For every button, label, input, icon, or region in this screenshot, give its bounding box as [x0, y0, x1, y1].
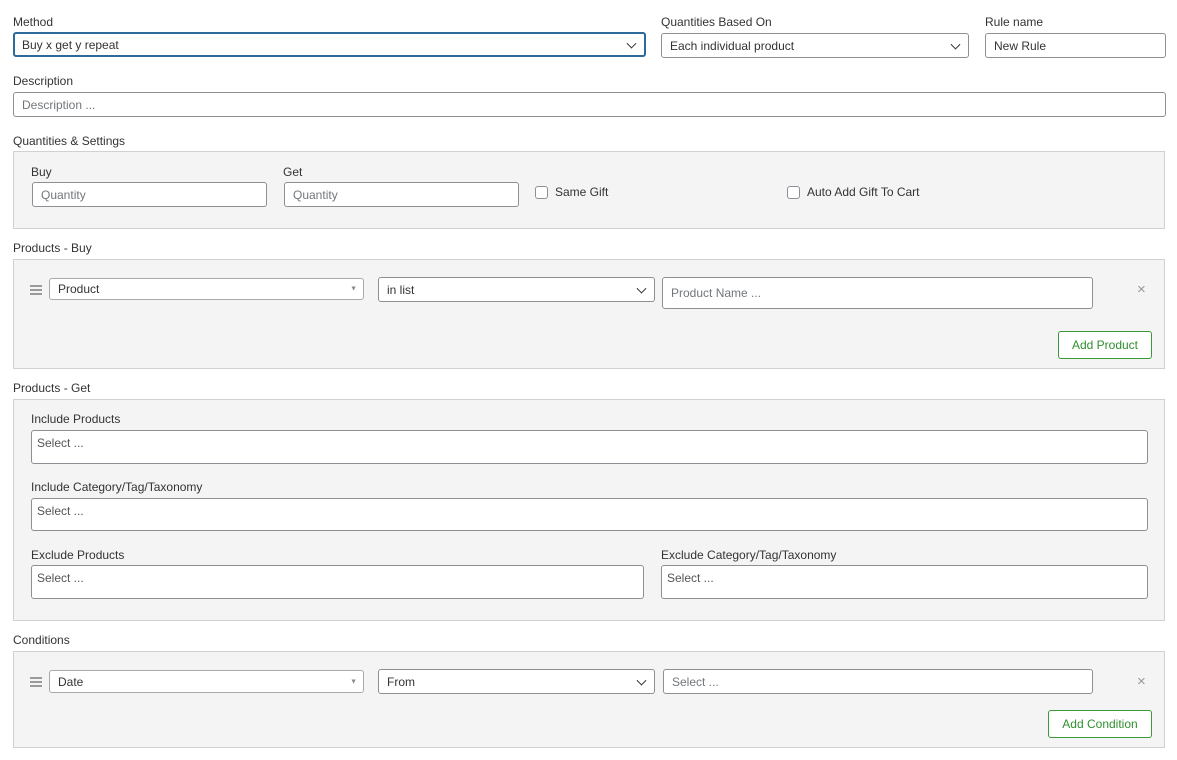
get-label: Get: [283, 165, 303, 179]
auto-add-gift-checkbox-box[interactable]: [787, 185, 800, 199]
products-get-section-title: Products - Get: [13, 381, 91, 395]
buy-operator-select[interactable]: in list: [378, 277, 655, 302]
same-gift-checkbox-box[interactable]: [535, 185, 548, 199]
method-select-value: Buy x get y repeat: [22, 37, 119, 52]
drag-handle-icon[interactable]: [30, 677, 42, 687]
qty-based-select-value: Each individual product: [670, 38, 795, 53]
rule-name-input[interactable]: New Rule: [985, 33, 1166, 58]
condition-value-select[interactable]: Select ...: [663, 669, 1093, 694]
get-quantity-placeholder: Quantity: [293, 187, 338, 202]
buy-quantity-input[interactable]: Quantity: [32, 182, 267, 207]
qty-based-label: Quantities Based On: [661, 15, 772, 29]
products-buy-panel: [13, 259, 1165, 369]
exclude-products-select[interactable]: Select ...: [31, 565, 644, 599]
include-products-placeholder: Select ...: [37, 436, 84, 450]
buy-quantity-placeholder: Quantity: [41, 187, 86, 202]
caret-down-icon: ▼: [350, 285, 357, 293]
get-quantity-input[interactable]: Quantity: [284, 182, 519, 207]
description-input[interactable]: Description ...: [13, 92, 1166, 117]
qty-based-select[interactable]: Each individual product: [661, 33, 969, 58]
include-category-placeholder: Select ...: [37, 504, 84, 518]
exclude-products-label: Exclude Products: [31, 548, 125, 562]
same-gift-checkbox[interactable]: Same Gift: [535, 185, 608, 199]
buy-operator-value: in list: [387, 282, 415, 297]
rule-name-label: Rule name: [985, 15, 1044, 29]
method-label: Method: [13, 15, 54, 29]
buy-label: Buy: [31, 165, 52, 179]
remove-condition-icon[interactable]: ×: [1137, 674, 1146, 689]
include-products-select[interactable]: Select ...: [31, 430, 1148, 464]
chevron-down-icon: [950, 39, 961, 50]
exclude-products-placeholder: Select ...: [37, 571, 84, 585]
rule-name-value: New Rule: [994, 38, 1047, 53]
products-buy-section-title: Products - Buy: [13, 241, 92, 255]
condition-operator-select[interactable]: From: [378, 669, 655, 694]
add-condition-button[interactable]: Add Condition: [1048, 710, 1152, 738]
caret-down-icon: ▼: [350, 678, 357, 685]
description-placeholder: Description ...: [22, 97, 96, 112]
chevron-down-icon: [626, 38, 637, 49]
chevron-down-icon: [636, 675, 647, 686]
chevron-down-icon: [636, 283, 647, 294]
include-category-label: Include Category/Tag/Taxonomy: [31, 480, 203, 494]
auto-add-gift-checkbox[interactable]: Auto Add Gift To Cart: [787, 185, 920, 199]
auto-add-gift-label: Auto Add Gift To Cart: [807, 185, 920, 199]
buy-product-name-placeholder: Product Name ...: [671, 286, 762, 300]
quantities-section-title: Quantities & Settings: [13, 134, 126, 148]
condition-type-value: Date: [58, 674, 84, 689]
buy-product-type-value: Product: [58, 282, 100, 296]
exclude-category-label: Exclude Category/Tag/Taxonomy: [661, 548, 837, 562]
include-products-label: Include Products: [31, 412, 121, 426]
buy-product-name-input[interactable]: Product Name ...: [662, 277, 1093, 309]
condition-value-placeholder: Select ...: [672, 674, 719, 689]
add-product-button[interactable]: Add Product: [1058, 331, 1152, 359]
condition-operator-value: From: [387, 674, 415, 689]
include-category-select[interactable]: Select ...: [31, 498, 1148, 531]
description-label: Description: [13, 74, 74, 88]
conditions-panel: [13, 651, 1165, 748]
buy-product-type-select[interactable]: Product ▼: [49, 278, 364, 300]
drag-handle-icon[interactable]: [30, 285, 42, 295]
condition-type-select[interactable]: Date ▼: [49, 670, 364, 693]
conditions-section-title: Conditions: [13, 633, 70, 647]
exclude-category-placeholder: Select ...: [667, 571, 714, 585]
remove-buy-product-icon[interactable]: ×: [1137, 282, 1146, 297]
same-gift-label: Same Gift: [555, 185, 609, 199]
exclude-category-select[interactable]: Select ...: [661, 565, 1148, 599]
method-select[interactable]: Buy x get y repeat: [13, 32, 646, 57]
